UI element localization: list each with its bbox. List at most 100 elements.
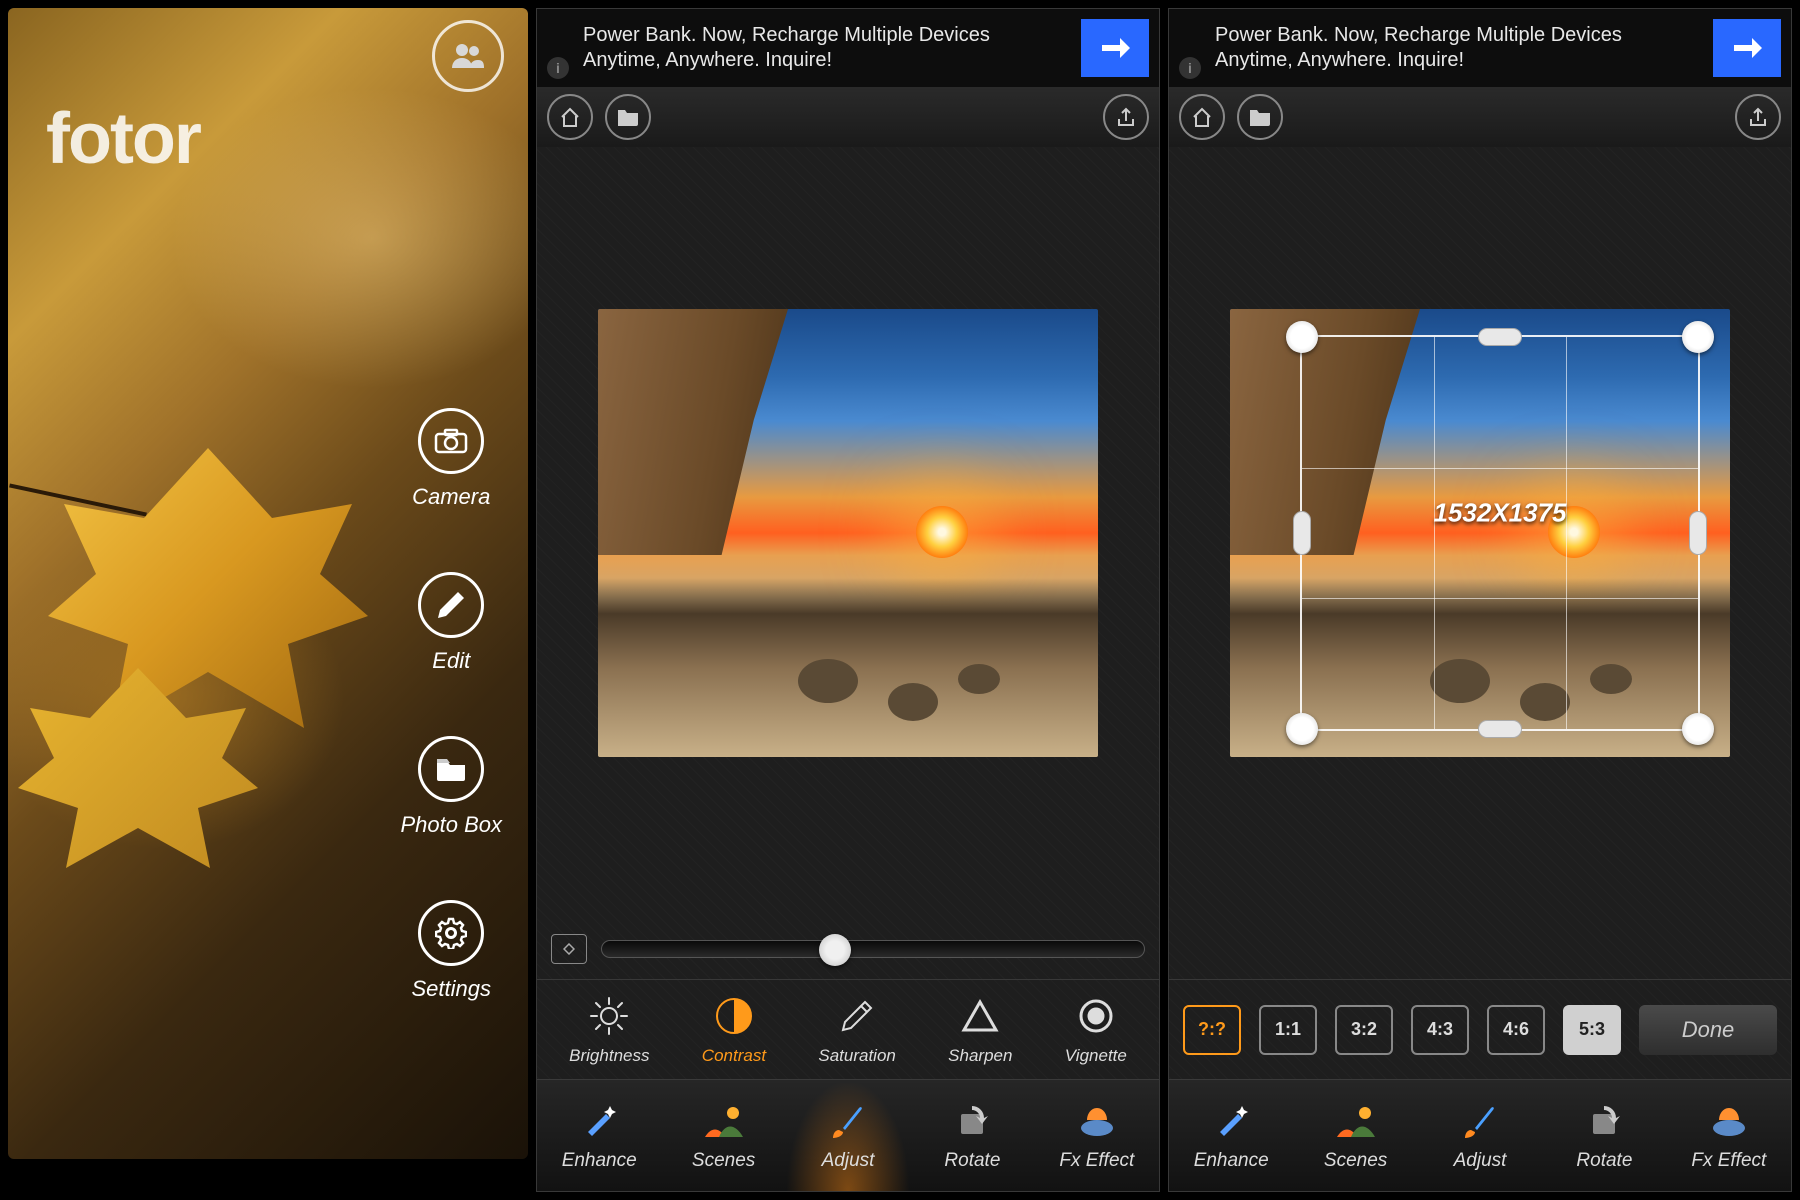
info-icon[interactable]: i [547, 57, 569, 79]
ad-action-button[interactable] [1081, 19, 1149, 77]
info-icon[interactable]: i [1179, 57, 1201, 79]
home-icon [559, 107, 581, 127]
share-icon [1115, 107, 1137, 127]
sidebar-item-camera[interactable]: Camera [400, 408, 502, 510]
tab-label: Scenes [692, 1150, 755, 1172]
brand-logo: fotor [46, 98, 200, 180]
home-button[interactable] [547, 94, 593, 140]
sidebar-item-photobox[interactable]: Photo Box [400, 736, 502, 838]
leaf-decoration [18, 668, 258, 868]
sun-icon [589, 994, 629, 1038]
adjust-vignette[interactable]: Vignette [1065, 994, 1127, 1066]
ratio-3-2[interactable]: 3:2 [1335, 1005, 1393, 1055]
community-button[interactable] [432, 20, 504, 92]
app-root: fotor Camera Edit Photo Box [0, 0, 1800, 1200]
panel-toolbar [537, 87, 1159, 147]
ratio-bar: ?:? 1:1 3:2 4:3 4:6 5:3 Done [1169, 979, 1791, 1079]
option-label: Saturation [818, 1046, 896, 1066]
ratio-5-3[interactable]: 5:3 [1563, 1005, 1621, 1055]
option-label: Brightness [569, 1046, 649, 1066]
ad-banner: i Power Bank. Now, Recharge Multiple Dev… [1169, 9, 1791, 87]
share-button[interactable] [1735, 94, 1781, 140]
spacer [1169, 919, 1791, 979]
adjust-options: Brightness Contrast Saturation [537, 979, 1159, 1079]
crop-handle-right[interactable] [1689, 511, 1707, 555]
adjust-panel: i Power Bank. Now, Recharge Multiple Dev… [536, 8, 1160, 1192]
adjust-saturation[interactable]: Saturation [818, 994, 896, 1066]
option-label: Vignette [1065, 1046, 1127, 1066]
ratio-free[interactable]: ?:? [1183, 1005, 1241, 1055]
tab-rotate[interactable]: Rotate [1542, 1080, 1666, 1191]
ratio-1-1[interactable]: 1:1 [1259, 1005, 1317, 1055]
tab-scenes[interactable]: Scenes [1293, 1080, 1417, 1191]
brush-icon [1463, 1100, 1497, 1142]
crop-rectangle[interactable]: 1532X1375 [1300, 335, 1700, 731]
ad-banner: i Power Bank. Now, Recharge Multiple Dev… [537, 9, 1159, 87]
vignette-icon [1077, 994, 1115, 1038]
option-label: Contrast [702, 1046, 766, 1066]
crop-handle-br[interactable] [1682, 713, 1714, 745]
crop-handle-top[interactable] [1478, 328, 1522, 346]
open-button[interactable] [1237, 94, 1283, 140]
tab-fxeffect[interactable]: Fx Effect [1667, 1080, 1791, 1191]
tab-fxeffect[interactable]: Fx Effect [1035, 1080, 1159, 1191]
option-label: Sharpen [948, 1046, 1012, 1066]
tab-rotate[interactable]: Rotate [910, 1080, 1034, 1191]
slider-thumb[interactable] [819, 934, 851, 966]
rotate-icon [1585, 1100, 1623, 1142]
crop-handle-bottom[interactable] [1478, 720, 1522, 738]
home-button[interactable] [1179, 94, 1225, 140]
ratio-4-3[interactable]: 4:3 [1411, 1005, 1469, 1055]
tab-label: Scenes [1324, 1150, 1387, 1172]
ad-action-button[interactable] [1713, 19, 1781, 77]
people-icon [450, 42, 486, 70]
wand-icon [1214, 1100, 1248, 1142]
rotate-icon [953, 1100, 991, 1142]
tab-enhance[interactable]: Enhance [1169, 1080, 1293, 1191]
crop-handle-tr[interactable] [1682, 321, 1714, 353]
tab-adjust[interactable]: Adjust [1418, 1080, 1542, 1191]
crop-handle-tl[interactable] [1286, 321, 1318, 353]
folder-open-icon [616, 108, 640, 126]
ratio-4-6[interactable]: 4:6 [1487, 1005, 1545, 1055]
share-button[interactable] [1103, 94, 1149, 140]
open-button[interactable] [605, 94, 651, 140]
contrast-icon [715, 994, 753, 1038]
tab-scenes[interactable]: Scenes [661, 1080, 785, 1191]
adjust-sharpen[interactable]: Sharpen [948, 994, 1012, 1066]
bottom-tabs: Enhance Scenes Adjust Rotate Fx Effect [1169, 1079, 1791, 1191]
editor-panels: i Power Bank. Now, Recharge Multiple Dev… [536, 8, 1792, 1192]
canvas-area [537, 147, 1159, 919]
dropper-icon [839, 994, 875, 1038]
crop-handle-left[interactable] [1293, 511, 1311, 555]
brush-icon [831, 1100, 865, 1142]
pencil-icon [418, 572, 484, 638]
edited-image[interactable] [598, 309, 1098, 757]
reset-button[interactable] [551, 934, 587, 964]
crop-handle-bl[interactable] [1286, 713, 1318, 745]
tab-label: Rotate [1576, 1150, 1632, 1172]
sidebar-item-settings[interactable]: Settings [400, 900, 502, 1002]
tab-label: Adjust [1454, 1150, 1507, 1172]
tab-label: Enhance [562, 1150, 637, 1172]
wand-icon [582, 1100, 616, 1142]
leaf-decoration [48, 448, 368, 728]
adjust-slider[interactable] [601, 940, 1145, 958]
sidebar-item-edit[interactable]: Edit [400, 572, 502, 674]
tab-label: Adjust [822, 1150, 875, 1172]
tab-enhance[interactable]: Enhance [537, 1080, 661, 1191]
sidebar-menu: Camera Edit Photo Box Settings [400, 408, 502, 1002]
bottom-tabs: Enhance Scenes Adjust Rotate Fx Effect [537, 1079, 1159, 1191]
adjust-brightness[interactable]: Brightness [569, 994, 649, 1066]
crop-image[interactable]: 1532X1375 [1230, 309, 1730, 757]
sidebar-item-label: Settings [411, 976, 491, 1002]
tab-adjust[interactable]: Adjust [786, 1080, 910, 1191]
fx-icon [1710, 1100, 1748, 1142]
triangle-icon [960, 994, 1000, 1038]
ad-text: Power Bank. Now, Recharge Multiple Devic… [1209, 23, 1705, 73]
crop-panel: i Power Bank. Now, Recharge Multiple Dev… [1168, 8, 1792, 1192]
sidebar-item-label: Photo Box [400, 812, 502, 838]
scenes-icon [1337, 1100, 1375, 1142]
adjust-contrast[interactable]: Contrast [702, 994, 766, 1066]
done-button[interactable]: Done [1639, 1005, 1777, 1055]
